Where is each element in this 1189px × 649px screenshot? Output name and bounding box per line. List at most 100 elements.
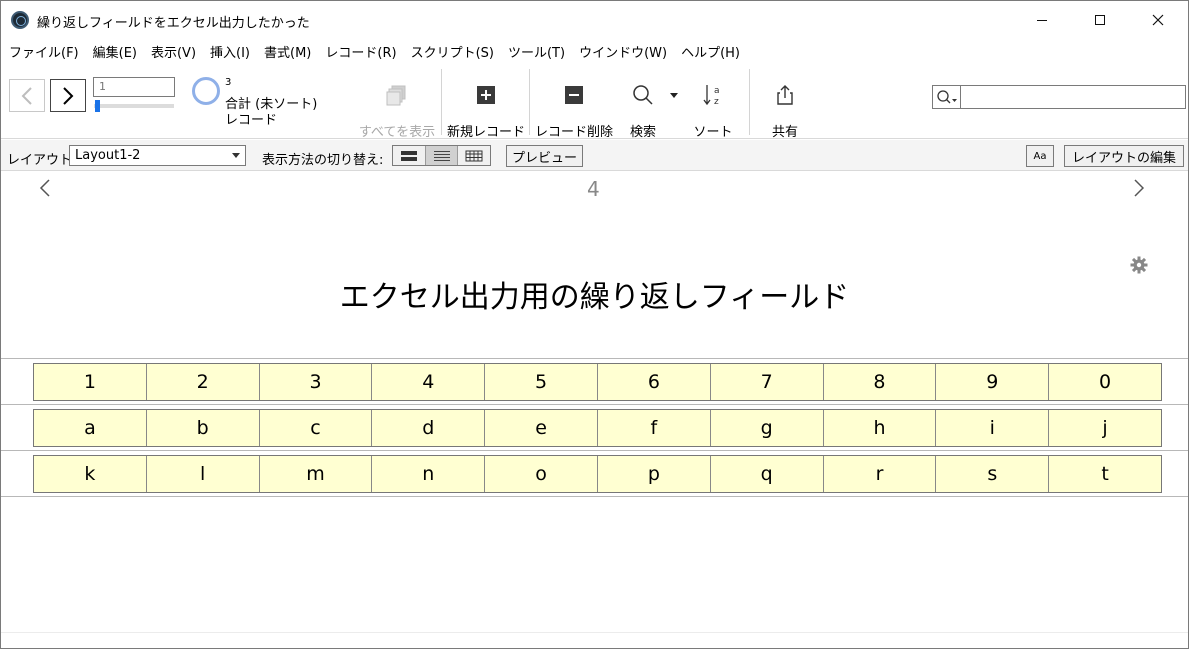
toolbar-divider — [441, 69, 442, 135]
delete-record-label: レコード削除 — [535, 125, 614, 140]
view-as-form-button[interactable] — [393, 146, 426, 165]
repeating-field-cell[interactable]: r — [824, 456, 937, 492]
menu-help[interactable]: ヘルプ(H) — [681, 42, 740, 61]
new-record-label: 新規レコード — [447, 125, 526, 140]
menu-scripts[interactable]: スクリプト(S) — [411, 42, 494, 61]
repeating-field-cell[interactable]: l — [147, 456, 260, 492]
close-icon — [1152, 14, 1164, 26]
show-all-button[interactable]: すべてを表示 — [357, 81, 437, 140]
repeating-field-cell[interactable]: o — [485, 456, 598, 492]
chevron-right-icon — [1134, 179, 1145, 197]
repeating-field-cell[interactable]: g — [711, 410, 824, 446]
menu-format[interactable]: 書式(M) — [264, 42, 311, 61]
sort-icon: az — [703, 85, 720, 107]
delete-record-button[interactable]: レコード削除 — [535, 81, 613, 140]
menu-window[interactable]: ウインドウ(W) — [579, 42, 667, 61]
layout-select-value: Layout1-2 — [75, 148, 141, 163]
repeating-field-cell[interactable]: 8 — [824, 364, 937, 400]
menu-bar: ファイル(F) 編集(E) 表示(V) 挿入(I) 書式(M) レコード(R) … — [1, 39, 1188, 63]
repeating-field-cell[interactable]: m — [260, 456, 373, 492]
repeating-field-cell[interactable]: c — [260, 410, 373, 446]
share-label: 共有 — [771, 125, 798, 140]
repeating-field-cell[interactable]: a — [34, 410, 147, 446]
close-button[interactable] — [1135, 1, 1181, 39]
previous-page-button[interactable] — [39, 178, 51, 204]
previous-record-button[interactable] — [9, 79, 45, 112]
repeating-field-cell[interactable]: e — [485, 410, 598, 446]
repeating-field-row-1: 1 2 3 4 5 6 7 8 9 0 — [33, 363, 1162, 401]
repeating-field-cell[interactable]: 6 — [598, 364, 711, 400]
share-button[interactable]: 共有 — [765, 81, 805, 140]
repeating-field-cell[interactable]: h — [824, 410, 937, 446]
menu-edit[interactable]: 編集(E) — [93, 42, 137, 61]
menu-insert[interactable]: 挿入(I) — [210, 42, 250, 61]
show-all-label: すべてを表示 — [358, 125, 436, 140]
repeating-field-cell[interactable]: j — [1049, 410, 1161, 446]
record-count-unit: レコード — [225, 113, 278, 128]
repeating-field-cell[interactable]: 0 — [1049, 364, 1161, 400]
menu-file[interactable]: ファイル(F) — [9, 42, 79, 61]
repeating-field-cell[interactable]: p — [598, 456, 711, 492]
sort-label: ソート — [693, 125, 733, 140]
repeating-field-cell[interactable]: 2 — [147, 364, 260, 400]
menu-records[interactable]: レコード(R) — [325, 42, 396, 61]
window-title: 繰り返しフィールドをエクセル出力したかった — [37, 16, 310, 31]
repeating-field-cell[interactable]: 4 — [372, 364, 486, 400]
row-separator — [1, 450, 1188, 451]
repeating-field-cell[interactable]: 7 — [711, 364, 824, 400]
minimize-icon — [1037, 19, 1047, 21]
repeating-field-cell[interactable]: q — [711, 456, 824, 492]
repeating-field-cell[interactable]: 9 — [936, 364, 1050, 400]
record-count: 3 — [225, 77, 232, 88]
next-page-button[interactable] — [1133, 178, 1145, 204]
repeating-field-cell[interactable]: n — [372, 456, 486, 492]
title-bar: 繰り返しフィールドをエクセル出力したかった — [1, 1, 1188, 39]
toolbar-divider — [749, 69, 750, 135]
repeating-field-cell[interactable]: i — [936, 410, 1050, 446]
repeating-field-cell[interactable]: s — [936, 456, 1050, 492]
minimize-button[interactable] — [1019, 1, 1065, 39]
formatting-bar-button[interactable]: Aa — [1026, 145, 1054, 167]
current-record-input[interactable]: 1 — [93, 77, 175, 97]
svg-text:a: a — [714, 86, 720, 96]
view-as-table-button[interactable] — [458, 146, 490, 165]
layout-content: 4 エクセル出力用の繰り返しフィールド 1 2 3 4 5 6 7 8 9 0 … — [1, 172, 1188, 648]
search-icon — [633, 85, 653, 105]
preview-button[interactable]: プレビュー — [506, 145, 583, 167]
toolbar-divider — [529, 69, 530, 135]
record-slider-thumb[interactable] — [95, 100, 100, 112]
menu-view[interactable]: 表示(V) — [151, 42, 196, 61]
repeating-field-cell[interactable]: 5 — [485, 364, 598, 400]
chevron-right-icon — [63, 86, 74, 105]
repeating-field-cell[interactable]: t — [1049, 456, 1161, 492]
view-switcher — [392, 145, 491, 166]
find-dropdown-button[interactable] — [667, 81, 681, 109]
repeating-field-cell[interactable]: k — [34, 456, 147, 492]
repeating-field-cell[interactable]: b — [147, 410, 260, 446]
layout-select[interactable]: Layout1-2 — [69, 145, 246, 166]
chevron-left-icon — [39, 179, 50, 197]
repeating-field-cell[interactable]: d — [372, 410, 486, 446]
edit-layout-button[interactable]: レイアウトの編集 — [1064, 145, 1184, 167]
sort-button[interactable]: az ソート — [693, 81, 733, 140]
row-separator — [1, 404, 1188, 405]
repeating-field-cell[interactable]: 1 — [34, 364, 147, 400]
quick-find-options-button[interactable] — [933, 86, 961, 108]
record-slider[interactable] — [94, 104, 174, 108]
repeating-field-cell[interactable]: 3 — [260, 364, 373, 400]
layout-label: レイアウト: — [7, 153, 77, 168]
share-icon — [777, 85, 793, 105]
maximize-button[interactable] — [1077, 1, 1123, 39]
new-record-button[interactable]: 新規レコード — [447, 81, 525, 140]
form-view-icon — [400, 150, 417, 161]
repeating-field-cell[interactable]: f — [598, 410, 711, 446]
minus-icon — [565, 86, 583, 104]
find-button[interactable]: 検索 — [621, 81, 665, 140]
quick-find-input[interactable] — [932, 85, 1186, 109]
view-as-list-button[interactable] — [425, 146, 459, 165]
menu-tools[interactable]: ツール(T) — [508, 42, 565, 61]
next-record-button[interactable] — [50, 79, 86, 112]
list-view-icon — [433, 150, 450, 161]
show-all-icon — [386, 85, 406, 106]
page-number: 4 — [587, 177, 600, 201]
